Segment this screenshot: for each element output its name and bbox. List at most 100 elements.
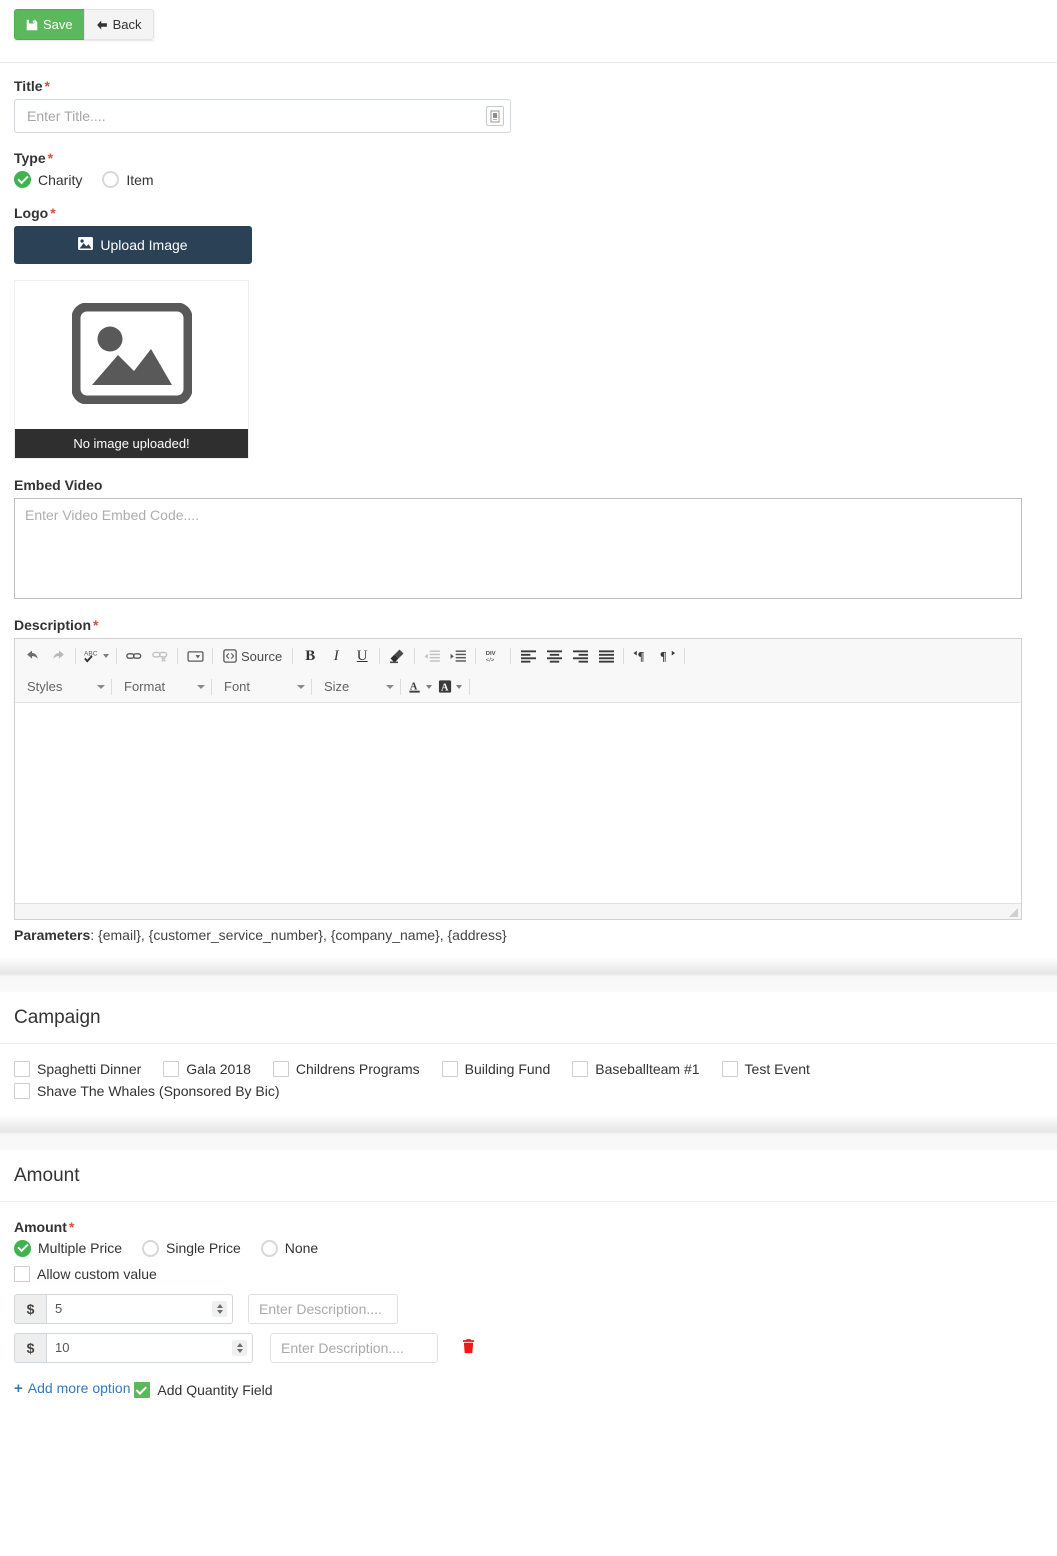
indent-icon[interactable]: [445, 644, 471, 668]
checkbox-unchecked-icon: [163, 1060, 180, 1077]
rtl-icon[interactable]: ¶: [654, 644, 680, 668]
svg-text:¶: ¶: [637, 650, 644, 663]
amount-panel: Amount Amount * Multiple Price Single Pri…: [0, 1149, 1057, 1412]
campaign-checkbox-baseballteam-1[interactable]: Baseballteam #1: [572, 1060, 700, 1077]
type-label-text: Type: [14, 150, 46, 166]
link-icon[interactable]: [121, 644, 147, 668]
currency-symbol: $: [14, 1332, 46, 1363]
resize-grip-icon[interactable]: [1009, 908, 1018, 917]
image-icon: [78, 237, 94, 253]
ltr-icon[interactable]: ¶: [628, 644, 654, 668]
amount-option-row: $: [14, 1293, 1043, 1324]
styles-combo[interactable]: Styles: [19, 676, 107, 698]
toolbar-separator: [111, 678, 112, 695]
title-required-mark: *: [44, 78, 50, 94]
trash-icon[interactable]: [462, 1338, 475, 1357]
number-stepper[interactable]: [232, 1339, 247, 1356]
title-label: Title *: [14, 78, 1043, 94]
campaign-checkbox-gala-2018[interactable]: Gala 2018: [163, 1060, 251, 1077]
logo-form-group: Logo * Upload Image No image uploaded!: [14, 205, 1043, 459]
format-combo[interactable]: Format: [116, 676, 207, 698]
type-required-mark: *: [47, 150, 54, 166]
type-radio-item[interactable]: Item: [102, 171, 154, 188]
format-combo-label: Format: [124, 679, 166, 694]
amount-radio-multiple-price[interactable]: Multiple Price: [14, 1239, 123, 1257]
upload-image-button[interactable]: Upload Image: [14, 226, 252, 264]
campaign-panel-body: Spaghetti Dinner Gala 2018 Childrens Pro…: [0, 1044, 1057, 1115]
toolbar-separator: [684, 648, 686, 664]
add-quantity-field-checkbox[interactable]: Add Quantity Field: [134, 1381, 273, 1398]
amount-value-input[interactable]: [46, 1293, 233, 1324]
radio-unchecked-icon: [142, 1239, 160, 1257]
checkbox-unchecked-icon: [572, 1060, 589, 1077]
title-form-group: Title *: [14, 78, 1043, 133]
amount-input-group: $: [14, 1293, 233, 1324]
allow-custom-value-checkbox[interactable]: Allow custom value: [14, 1265, 157, 1282]
align-center-icon[interactable]: [541, 644, 567, 668]
type-form-group: Type * Charity Item: [14, 150, 1043, 188]
size-combo-label: Size: [324, 679, 350, 694]
div-container-icon[interactable]: DIV </>: [480, 644, 506, 668]
toolbar-separator: [311, 678, 312, 695]
campaign-checkbox-spaghetti-dinner[interactable]: Spaghetti Dinner: [14, 1060, 141, 1077]
remove-format-icon[interactable]: [384, 644, 410, 668]
type-radio-charity[interactable]: Charity: [14, 171, 82, 188]
flash-icon[interactable]: [182, 644, 208, 668]
editor-content-area[interactable]: [15, 703, 1021, 903]
text-color-icon[interactable]: A: [405, 675, 435, 699]
align-justify-icon[interactable]: [593, 644, 619, 668]
amount-description-input[interactable]: [270, 1332, 438, 1363]
checkbox-unchecked-icon: [441, 1060, 458, 1077]
logo-preview-box: No image uploaded!: [14, 280, 249, 459]
plus-icon: +: [14, 1379, 23, 1397]
chevron-down-icon: [197, 684, 205, 689]
source-button[interactable]: Source: [217, 644, 288, 668]
campaign-checkbox-shave-the-whales[interactable]: Shave The Whales (Sponsored By Bic): [14, 1082, 1021, 1099]
toolbar-separator: [177, 648, 178, 664]
campaign-checkbox-label: Gala 2018: [186, 1060, 251, 1077]
image-placeholder-icon: [71, 302, 192, 407]
action-button-group: Save Back: [14, 9, 154, 40]
campaign-checkbox-childrens-programs[interactable]: Childrens Programs: [272, 1060, 420, 1077]
size-combo[interactable]: Size: [316, 676, 396, 698]
undo-icon[interactable]: [19, 644, 45, 668]
amount-radio-none[interactable]: None: [260, 1239, 318, 1257]
chevron-down-icon: [426, 684, 432, 689]
stepper-down-icon: [236, 1348, 243, 1353]
italic-icon[interactable]: I: [323, 644, 349, 668]
amount-required-mark: *: [68, 1218, 75, 1235]
underline-icon[interactable]: U: [349, 644, 375, 668]
stepper-up-icon: [236, 1342, 243, 1347]
panel-gap: [0, 1114, 1057, 1150]
svg-text:A: A: [410, 681, 418, 692]
unlink-icon[interactable]: [147, 644, 173, 668]
amount-description-input[interactable]: [248, 1293, 398, 1324]
stepper-down-icon: [216, 1309, 223, 1314]
amount-radio-single-price[interactable]: Single Price: [142, 1239, 241, 1257]
password-manager-icon[interactable]: [486, 106, 504, 126]
add-more-option-label: Add more option: [27, 1380, 131, 1397]
campaign-checkbox-test-event[interactable]: Test Event: [721, 1060, 810, 1077]
title-input[interactable]: [14, 99, 511, 133]
floppy-disk-icon: [26, 19, 38, 31]
editor-footer: [15, 903, 1021, 919]
back-button[interactable]: Back: [83, 9, 154, 40]
align-left-icon[interactable]: [515, 644, 541, 668]
number-stepper[interactable]: [212, 1300, 227, 1317]
amount-value-input[interactable]: [46, 1332, 253, 1363]
description-label-text: Description: [14, 617, 92, 633]
embed-video-textarea[interactable]: [14, 498, 1022, 599]
spellcheck-icon[interactable]: ABC: [80, 644, 112, 668]
outdent-icon[interactable]: [419, 644, 445, 668]
save-button[interactable]: Save: [14, 9, 85, 40]
bg-color-icon[interactable]: A: [435, 675, 465, 699]
redo-icon[interactable]: [45, 644, 71, 668]
align-right-icon[interactable]: [567, 644, 593, 668]
font-combo[interactable]: Font: [216, 676, 307, 698]
arrow-left-icon: [96, 19, 108, 31]
amount-radio-multiple-price-label: Multiple Price: [38, 1240, 123, 1257]
campaign-checkbox-building-fund[interactable]: Building Fund: [441, 1060, 550, 1077]
add-more-option-button[interactable]: + Add more option: [14, 1380, 131, 1397]
radio-checked-icon: [14, 171, 31, 188]
bold-icon[interactable]: B: [297, 644, 323, 668]
